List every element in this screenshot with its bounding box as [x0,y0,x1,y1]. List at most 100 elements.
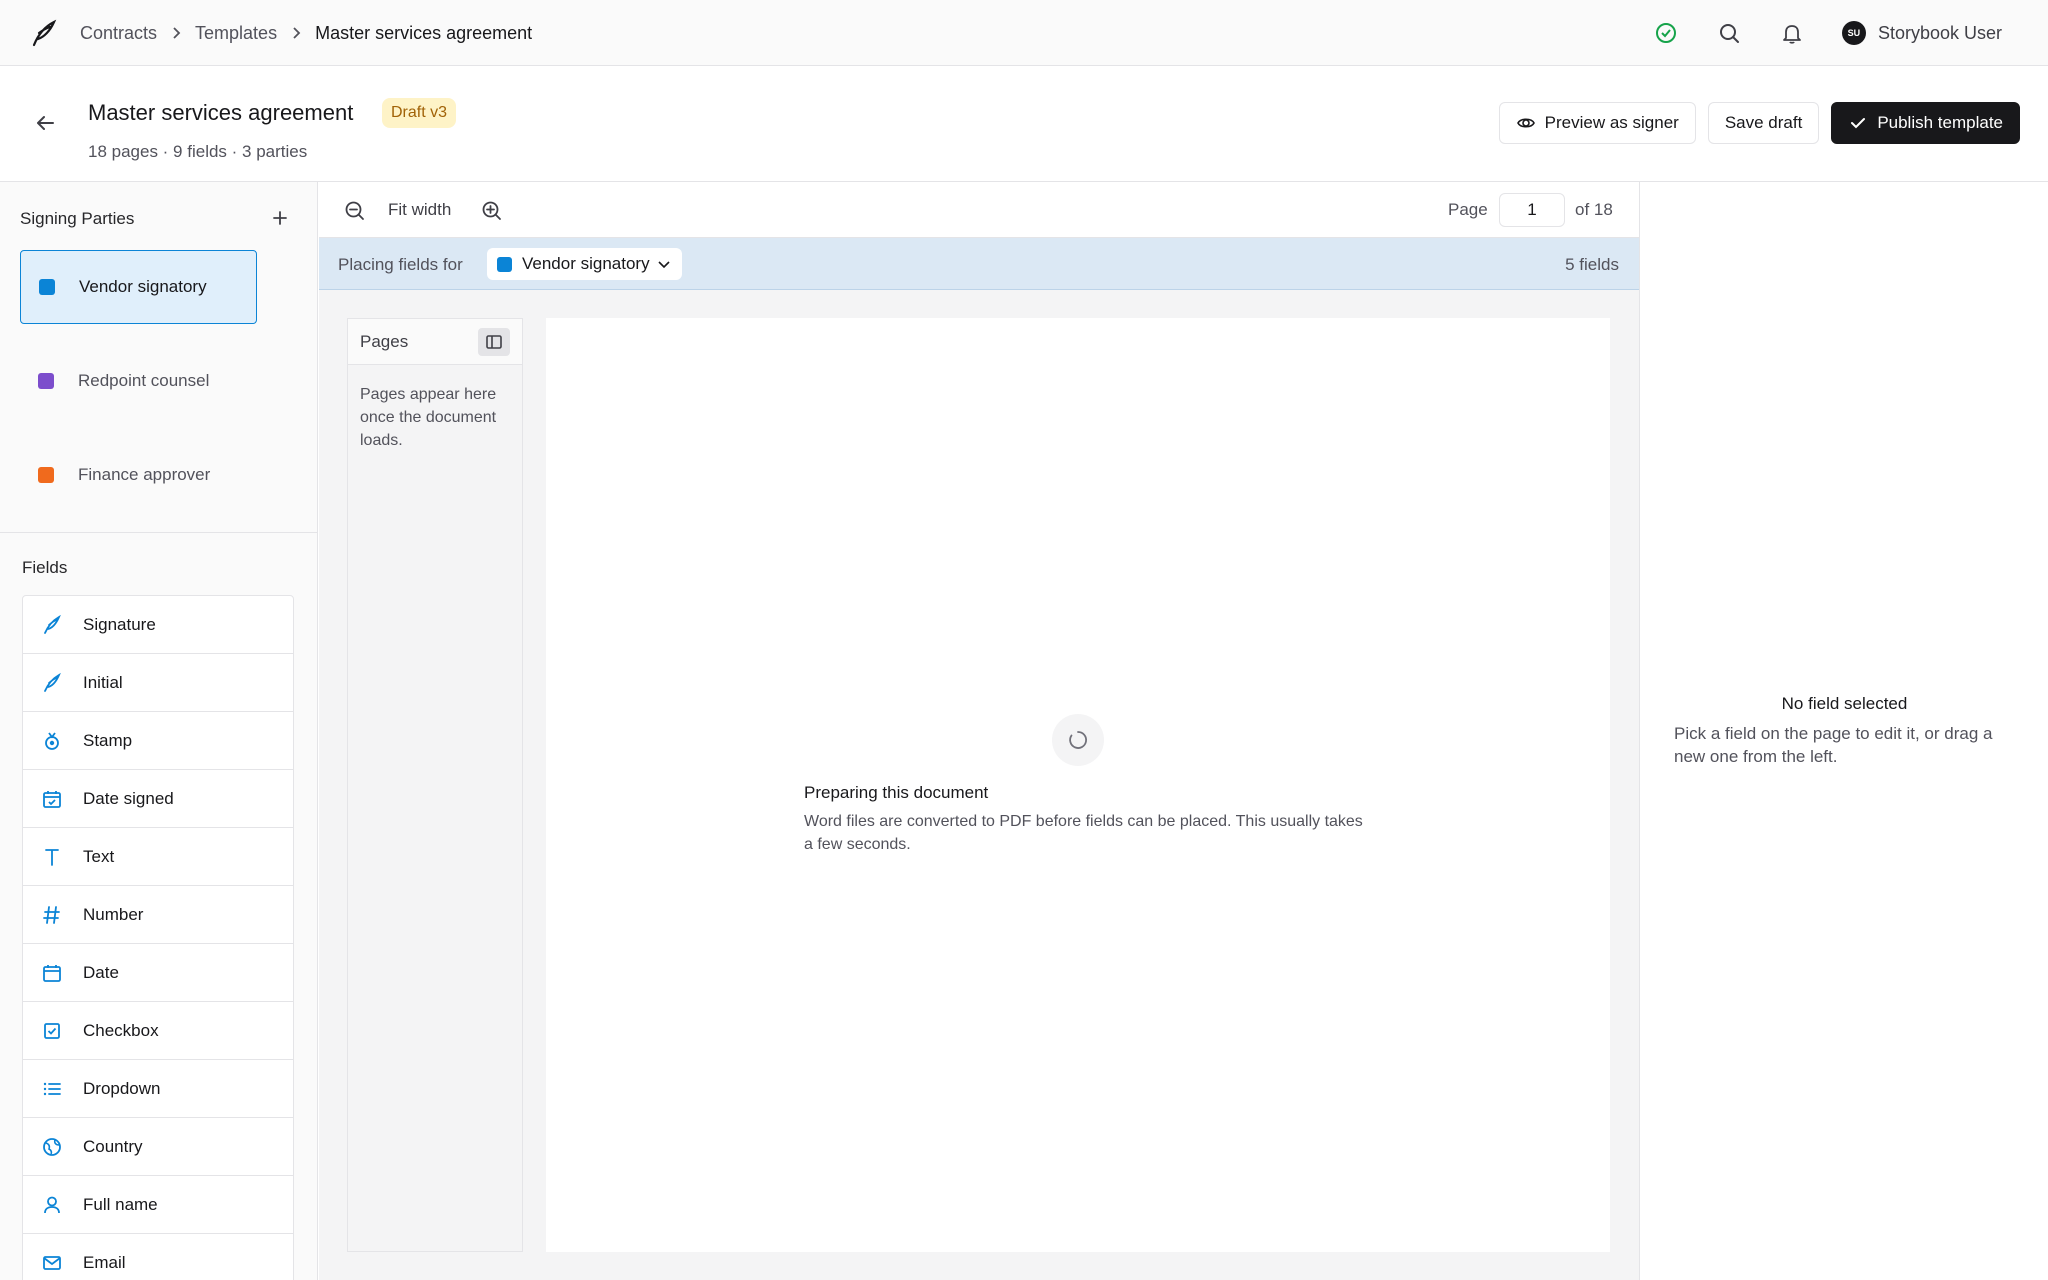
plus-icon[interactable] [270,208,290,228]
sidebar-toggle-icon[interactable] [478,328,510,356]
fit-width-button[interactable]: Fit width [388,200,451,220]
party-select[interactable]: Vendor signatory [487,248,682,280]
page-number-input[interactable] [1499,193,1565,227]
placing-label: Placing fields for [338,255,463,274]
status-badge: Draft v3 [382,98,457,128]
field-country[interactable]: Country [23,1118,293,1176]
field-label: Email [83,1252,126,1272]
field-label: Number [83,904,144,924]
field-stamp[interactable]: Stamp [23,712,293,770]
field-dropdown[interactable]: Dropdown [23,1060,293,1118]
zoom-out-icon[interactable] [343,199,367,223]
arrow-left-icon[interactable] [32,110,58,136]
save-draft-button[interactable]: Save draft [1707,102,1820,144]
user-menu[interactable]: SU Storybook User [1841,21,2002,45]
pages-empty-message: Pages appear here once the document load… [360,386,497,449]
page-total: of 18 [1575,200,1613,219]
pages-panel: Pages Pages appear here once the documen… [347,318,523,1252]
loading-title: Preparing this document [804,783,989,802]
breadcrumb-contracts[interactable]: Contracts [80,23,157,44]
field-label: Checkbox [83,1020,159,1040]
breadcrumb-templates[interactable]: Templates [195,23,277,44]
page-label: Page [1448,200,1488,219]
field-label: Text [83,846,115,866]
calendar-icon [43,964,61,982]
party-color-swatch [39,279,55,295]
loading-spinner-icon [1052,714,1104,766]
pen-nib-icon [44,614,61,634]
chevron-right-icon [293,27,301,39]
viewer-toolbar: Fit width Page of 18 [319,182,1639,238]
field-label: Date [83,962,119,982]
pen-nib-icon [44,672,61,692]
preview-as-signer-button[interactable]: Preview as signer [1498,102,1696,144]
eye-icon [1516,118,1535,128]
logo-feather-icon[interactable] [28,19,58,47]
party-color-swatch [38,373,54,389]
field-label: Signature [83,614,156,634]
field-palette: Signature Initial Stamp Date signed Text… [22,595,294,1280]
field-label: Dropdown [83,1078,161,1098]
field-signature[interactable]: Signature [23,596,293,654]
field-label: Stamp [83,730,133,750]
stamp-icon [45,731,59,750]
field-label: Country [83,1136,143,1156]
field-label: Initial [83,672,123,692]
checkbox-icon [44,1022,60,1039]
empty-state-title: No field selected [1781,694,1908,713]
template-summary: 18 pages · 9 fields · 3 parties [88,142,308,161]
page-title[interactable]: Master services agreement [88,100,353,126]
user-icon [44,1196,60,1213]
globe-icon [43,1137,61,1156]
calendar-check-icon [43,790,61,808]
breadcrumb-current: Master services agreement [315,22,533,43]
party-label: Vendor signatory [79,277,207,296]
field-label: Date signed [83,788,174,808]
avatar: SU [1841,21,1866,45]
search-icon[interactable] [1716,20,1742,46]
field-date[interactable]: Date [23,944,293,1002]
field-date-signed[interactable]: Date signed [23,770,293,828]
left-sidebar: Signing Parties Vendor signatory Redpoin… [0,182,318,1280]
party-color-swatch [38,467,54,483]
party-finance-approver[interactable]: Finance approver [20,438,257,512]
party-redpoint-counsel[interactable]: Redpoint counsel [20,344,257,418]
party-color-swatch [497,256,512,272]
list-icon [43,1082,61,1095]
selected-party: Vendor signatory [522,254,650,273]
zoom-in-icon[interactable] [480,199,504,223]
fields-title: Fields [22,558,68,577]
field-count: 5 fields [1565,255,1619,274]
chevron-down-icon [658,261,670,269]
bell-icon[interactable] [1779,20,1805,46]
party-label: Finance approver [78,465,211,484]
placing-fields-bar: Placing fields for Vendor signatory 5 fi… [319,238,1639,290]
field-number[interactable]: Number [23,886,293,944]
template-header: Master services agreement Draft v3 18 pa… [0,66,2048,182]
hash-icon [43,905,60,924]
breadcrumb: Contracts Templates Master services agre… [80,0,532,66]
loading-message: Word files are converted to PDF before f… [804,813,1363,853]
field-full-name[interactable]: Full name [23,1176,293,1234]
field-initial[interactable]: Initial [23,654,293,712]
signing-parties-title: Signing Parties [20,209,135,228]
field-properties-panel: No field selected Pick a field on the pa… [1639,182,2048,1280]
check-icon [1851,118,1866,129]
document-canvas: Preparing this document Word files are c… [546,318,1610,1252]
field-checkbox[interactable]: Checkbox [23,1002,293,1060]
field-email[interactable]: Email [23,1234,293,1280]
text-icon [45,848,59,866]
document-editor: Fit width Page of 18 Placing fields for … [319,182,1639,1280]
chevron-right-icon [173,27,181,39]
party-vendor-signatory[interactable]: Vendor signatory [20,250,257,324]
top-navigation: Contracts Templates Master services agre… [0,0,2048,66]
preview-label: Preview as signer [1544,113,1679,132]
field-text[interactable]: Text [23,828,293,886]
status-check-icon[interactable] [1653,20,1679,46]
user-name: Storybook User [1877,22,2002,43]
divider [0,532,317,533]
publish-label: Publish template [1877,113,2003,132]
publish-template-button[interactable]: Publish template [1831,102,2020,144]
empty-state-message: Pick a field on the page to edit it, or … [1674,724,1993,766]
pages-title: Pages [360,332,409,351]
